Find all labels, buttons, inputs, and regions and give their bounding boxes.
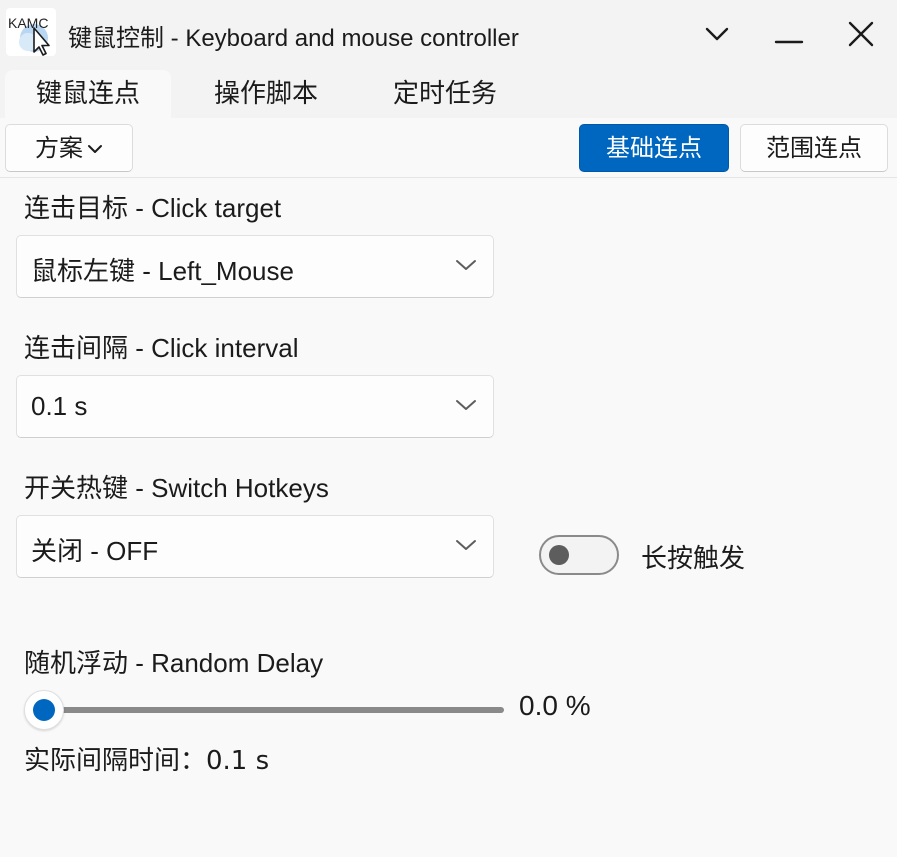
app-logo: KAMC [6,8,56,56]
slider-thumb-dot [33,699,55,721]
toggle-knob [549,545,569,565]
slider-thumb[interactable] [24,690,64,730]
minimize-icon [774,40,804,44]
range-click-button[interactable]: 范围连点 [740,124,888,172]
app-logo-text: KAMC [8,15,49,31]
chevron-down-icon [705,27,729,41]
toolbar: 方案 基础连点 范围连点 [0,118,897,178]
minimize-button[interactable] [769,14,809,54]
tab-bar: 键鼠连点 操作脚本 定时任务 [0,66,897,118]
tab-operation-script[interactable]: 操作脚本 [194,70,338,118]
window-title: 键鼠控制 - Keyboard and mouse controller [68,25,519,52]
chevron-down-icon [456,540,476,550]
random-delay-slider[interactable] [24,690,506,730]
click-interval-select[interactable]: 0.1 s [16,375,494,438]
chevron-down-icon [456,260,476,270]
close-button[interactable] [841,14,881,54]
scheme-dropdown-button[interactable]: 方案 [5,124,133,172]
tab-key-mouse-click[interactable]: 键鼠连点 [5,70,171,118]
expand-button[interactable] [697,14,737,54]
click-interval-value: 0.1 s [31,391,88,421]
tab-scheduled-task[interactable]: 定时任务 [373,70,517,118]
click-target-select[interactable]: 鼠标左键 - Left_Mouse [16,235,494,298]
title-bar: KAMC 键鼠控制 - Keyboard and mouse controlle… [0,0,897,66]
scheme-label: 方案 [35,134,83,162]
chevron-down-icon [456,400,476,410]
long-press-toggle[interactable] [539,535,619,575]
actual-interval-text: 实际间隔时间：0.1 s [24,746,270,776]
click-target-label: 连击目标 - Click target [24,193,282,223]
long-press-label: 长按触发 [641,544,746,574]
click-interval-label: 连击间隔 - Click interval [24,333,299,363]
switch-hotkeys-label: 开关热键 - Switch Hotkeys [24,473,329,503]
switch-hotkeys-value: 关闭 - OFF [31,536,159,566]
random-delay-value: 0.0 % [519,690,591,721]
click-target-value: 鼠标左键 - Left_Mouse [31,256,294,286]
switch-hotkeys-select[interactable]: 关闭 - OFF [16,515,494,578]
basic-click-button[interactable]: 基础连点 [579,124,729,172]
random-delay-label: 随机浮动 - Random Delay [24,648,324,678]
close-icon [848,21,874,47]
chevron-down-icon [88,145,102,153]
slider-track [44,707,504,713]
